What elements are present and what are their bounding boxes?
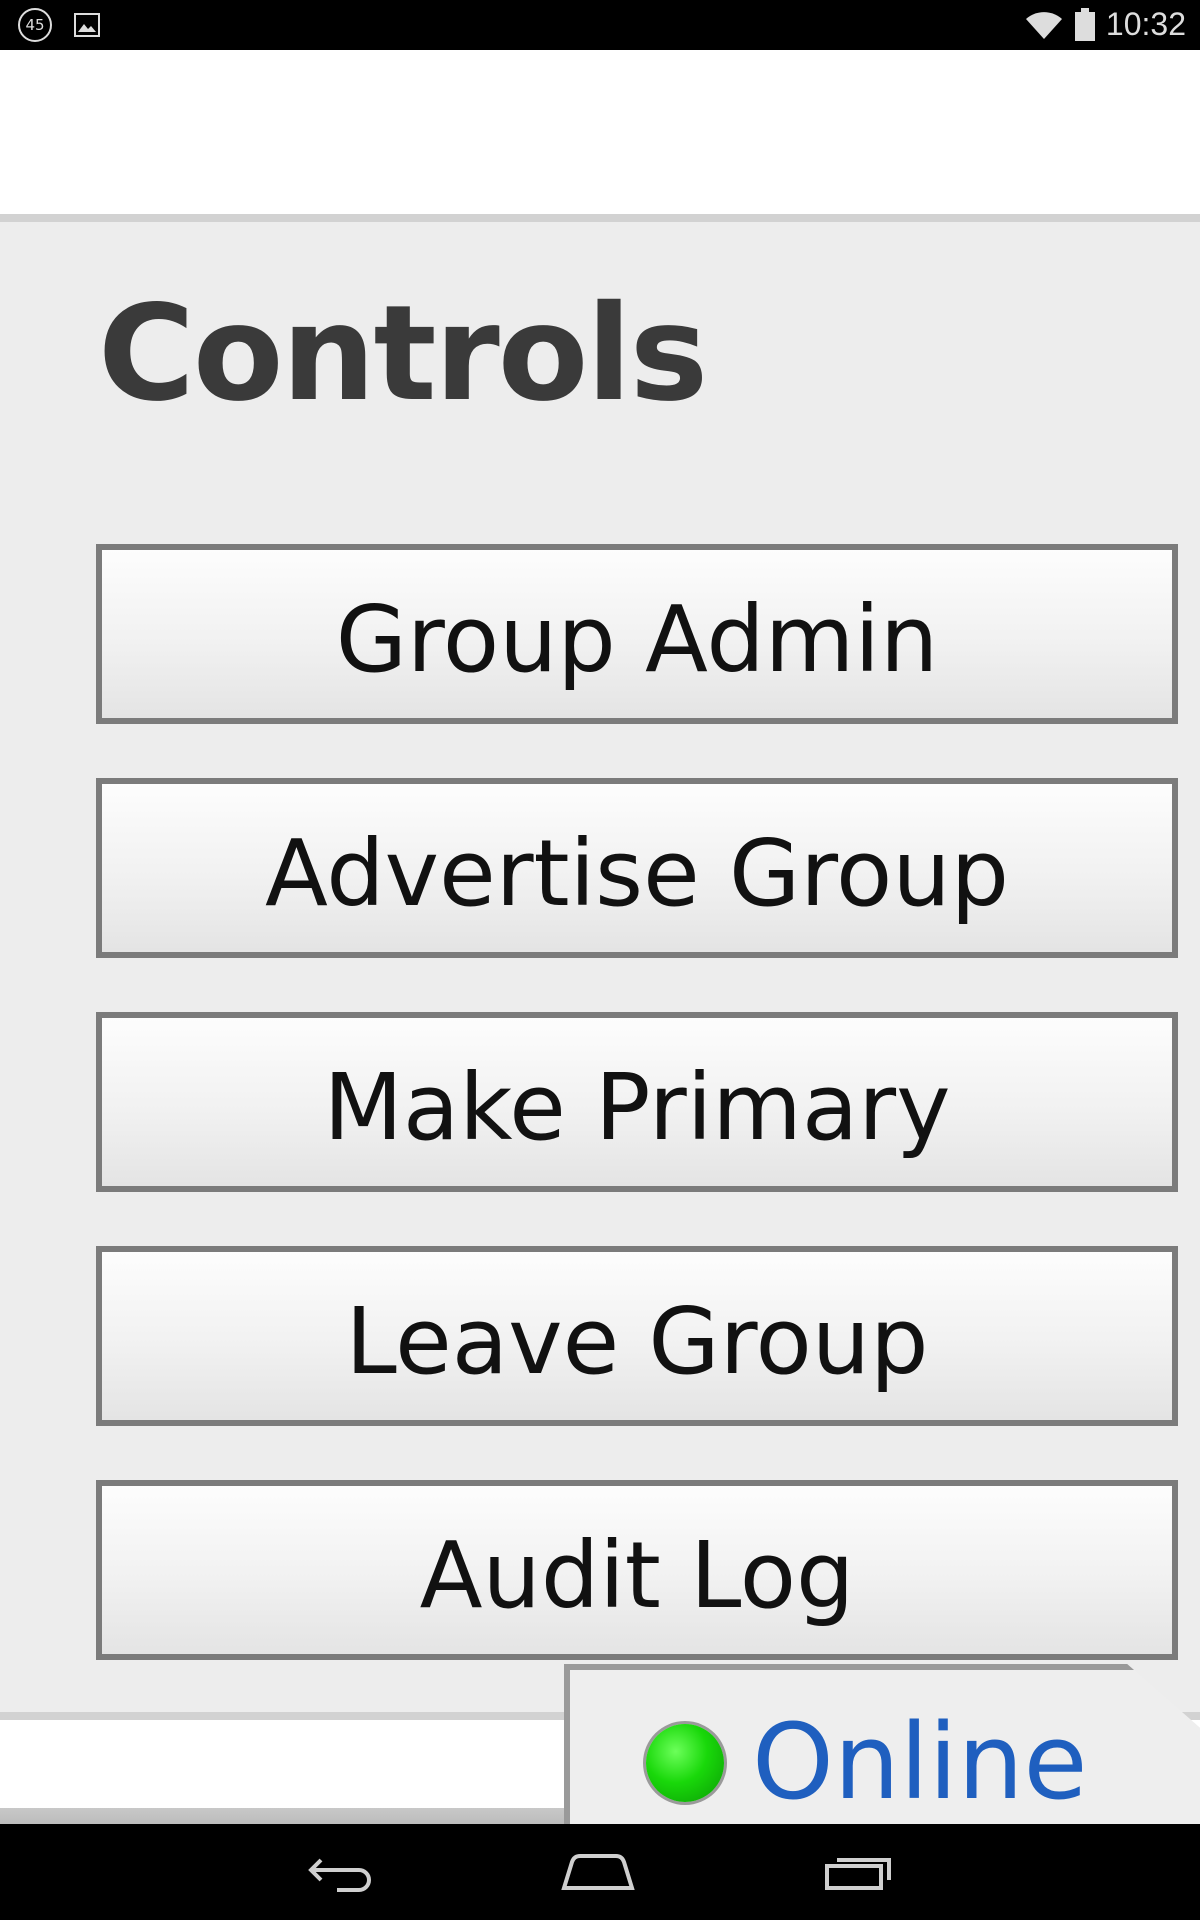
page-title: Controls (98, 277, 708, 431)
online-indicator-icon (646, 1724, 724, 1802)
home-button[interactable] (558, 1844, 638, 1900)
back-icon (308, 1858, 371, 1892)
advertise-group-button[interactable]: Advertise Group (96, 778, 1178, 958)
home-icon (561, 1854, 635, 1890)
image-icon (74, 13, 100, 37)
group-admin-label: Group Admin (335, 586, 939, 693)
header-divider (0, 214, 1200, 222)
notification-badge-icon: 45 (18, 8, 52, 42)
advertise-group-label: Advertise Group (264, 820, 1010, 927)
navigation-bar (0, 1824, 1200, 1920)
status-bar: 45 10:32 (0, 0, 1200, 50)
connection-status-tab[interactable]: Online (564, 1664, 1200, 1824)
group-admin-button[interactable]: Group Admin (96, 544, 1178, 724)
recent-apps-button[interactable] (818, 1844, 898, 1900)
battery-icon (1074, 7, 1095, 41)
audit-log-button[interactable]: Audit Log (96, 1480, 1178, 1660)
connection-status-label: Online (752, 1701, 1088, 1823)
make-primary-button[interactable]: Make Primary (96, 1012, 1178, 1192)
make-primary-label: Make Primary (323, 1054, 951, 1161)
clock: 10:32 (1105, 6, 1186, 42)
leave-group-button[interactable]: Leave Group (96, 1246, 1178, 1426)
recent-apps-icon (825, 1858, 891, 1890)
controls-panel: Controls Group Admin Advertise Group Mak… (0, 222, 1200, 1712)
wifi-icon (1025, 11, 1062, 39)
leave-group-label: Leave Group (345, 1288, 929, 1395)
audit-log-label: Audit Log (419, 1522, 855, 1629)
app-header (0, 50, 1200, 214)
back-button[interactable] (302, 1844, 382, 1900)
